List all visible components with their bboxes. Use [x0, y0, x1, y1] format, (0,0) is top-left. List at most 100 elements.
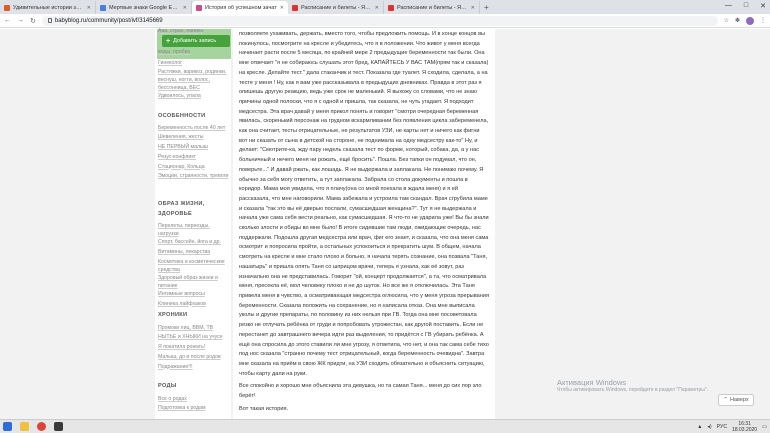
chrome-icon[interactable]: [37, 422, 46, 431]
tab-close-icon[interactable]: ✕: [280, 5, 284, 11]
sidebar-link[interactable]: Спорт, бассейн, йога и др.: [158, 238, 230, 248]
tab-title: Расписание и билеты - Яндекс: [397, 4, 468, 11]
tab-title: История об успешном зачат: [205, 4, 277, 11]
page-viewport: позволяете ухаживать, держать, вместо то…: [0, 29, 770, 419]
lock-icon: [47, 18, 52, 23]
language-indicator[interactable]: РУС: [717, 424, 727, 430]
minimize-icon[interactable]: —: [725, 2, 732, 10]
tab-close-icon[interactable]: ✕: [471, 5, 475, 11]
sidebar-link[interactable]: Гинеколог: [158, 59, 230, 69]
sidebar-section-births: РОДЫ Все о родах Подготовка к родам: [158, 382, 230, 414]
browser-tab[interactable]: Расписание и билеты - Яндекс ✕: [288, 1, 384, 14]
window-controls: — □ ✕: [725, 2, 766, 10]
article-body: позволяете ухаживать, держать, вместо то…: [239, 30, 489, 414]
sidebar-link[interactable]: НЕ ПЕРВЫЙ малыш: [158, 143, 230, 153]
tab-favicon: [388, 4, 394, 11]
section-heading: РОДЫ: [158, 383, 177, 389]
browser-tab[interactable]: Расписание и билеты - Яндекс ✕: [384, 1, 480, 14]
sidebar-link[interactable]: Шевеления, жесты: [158, 133, 230, 143]
scroll-to-top-button[interactable]: ⌃ Наверх: [718, 394, 754, 406]
scroll-to-top-label: Наверх: [729, 397, 749, 403]
article-paragraph: Все спокойно и хорошо мне объяснила эта …: [239, 383, 482, 400]
tab-favicon: [196, 4, 202, 11]
sidebar-link[interactable]: Подражание!!!: [158, 363, 230, 373]
tab-title: Мертвые знаки Google Earth: [109, 4, 180, 11]
tab-favicon: [4, 4, 10, 11]
back-arrow-icon[interactable]: ←: [4, 17, 11, 24]
section-heading: ОБРАЗ ЖИЗНИ, ЗДОРОВЬЕ: [158, 201, 205, 217]
sidebar-link[interactable]: НЫТЬЕ и ХНЫКИ на учусе: [158, 333, 230, 343]
sidebar-link[interactable]: Клиника лайфхаков: [158, 300, 230, 310]
sidebar-link[interactable]: Интимные вопросы: [158, 290, 230, 300]
network-icon[interactable]: ▲: [697, 424, 702, 430]
watermark-subtitle: Чтобы активировать Windows, перейдите в …: [557, 387, 709, 393]
tab-close-icon[interactable]: ✕: [375, 5, 379, 11]
sidebar-link[interactable]: Здоровый образ жизни и питание: [158, 274, 230, 290]
clock[interactable]: 16:31 18.03.2020: [732, 421, 757, 433]
tab-title: Расписание и билеты - Яндекс: [301, 4, 372, 11]
sidebar-link[interactable]: Беременность после 40 лет: [158, 124, 230, 134]
plus-icon: +: [166, 37, 171, 45]
forward-arrow-icon[interactable]: →: [17, 17, 24, 24]
notifications-icon[interactable]: ▭: [762, 424, 767, 430]
sidebar-link[interactable]: Перелеты, переезды, нагрузки: [158, 222, 230, 238]
tab-title: Удивительные истории зачати: [13, 4, 84, 11]
tab-favicon: [292, 4, 298, 11]
sidebar-link[interactable]: Стационар, Кольца: [158, 163, 230, 173]
sidebar-top-list: Ааа, страх, паника: [158, 27, 230, 37]
star-icon[interactable]: ☆: [724, 17, 729, 25]
sidebar-section-chronicles: ХРОНИКИ Промоки лиц, ВВМ, ТВ НЫТЬЕ и ХНЫ…: [158, 311, 230, 372]
sidebar-section-features: ОСОБЕННОСТИ Беременность после 40 лет Ше…: [158, 112, 230, 180]
tab-favicon: [100, 4, 106, 11]
menu-icon[interactable]: ⋮: [760, 17, 766, 25]
article-paragraph: Вот такая история.: [239, 405, 289, 412]
clock-date: 18.03.2020: [732, 426, 758, 433]
sidebar-link[interactable]: Подготовка к родам: [158, 404, 230, 414]
tab-close-icon[interactable]: ✕: [87, 5, 91, 11]
reload-icon[interactable]: ↻: [30, 17, 36, 25]
sidebar-link[interactable]: Удвоилось, упала: [158, 92, 230, 102]
sidebar-link[interactable]: Я покатила рожать!: [158, 343, 230, 353]
chevron-up-icon: ⌃: [723, 397, 728, 403]
system-tray: ▲ ◂) РУС 16:31 18.03.2020 ▭: [697, 421, 767, 433]
article-panel: позволяете ухаживать, держать, вместо то…: [233, 29, 495, 419]
add-post-button[interactable]: + Добавить запись: [162, 35, 230, 47]
sidebar-link[interactable]: Промоки лиц, ВВМ, ТВ: [158, 324, 230, 334]
sidebar-link[interactable]: Все о родах: [158, 395, 230, 405]
app-icon[interactable]: [54, 422, 63, 431]
sidebar-link[interactable]: воды, пробка: [158, 48, 230, 58]
windows-taskbar: ▲ ◂) РУС 16:31 18.03.2020 ▭: [0, 419, 770, 433]
sidebar-link[interactable]: Резус-конфликт: [158, 153, 230, 163]
sidebar-link[interactable]: Витамины, лекарства: [158, 248, 230, 258]
profile-avatar[interactable]: [746, 16, 754, 25]
section-heading: ОСОБЕННОСТИ: [158, 113, 206, 119]
address-bar-row: ← → ↻ babyblog.ru/community/post/ivf/314…: [0, 14, 770, 28]
section-heading: ХРОНИКИ: [158, 312, 188, 318]
tab-close-icon[interactable]: ✕: [183, 5, 187, 11]
start-icon[interactable]: [3, 422, 12, 431]
browser-tab-strip: Удивительные истории зачати ✕ Мертвые знак…: [0, 0, 770, 14]
volume-icon[interactable]: ◂): [707, 424, 711, 430]
watermark-title: Активация Windows: [557, 378, 627, 387]
toolbar-icons: ☆ ✽ ⋮: [724, 16, 766, 25]
sidebar-link[interactable]: Растяжки, варикоз, родинки, веснуш, ногт…: [158, 68, 230, 92]
url-text: babyblog.ru/community/post/ivf/3145669: [54, 17, 163, 24]
sidebar-link[interactable]: Эмоции, странности, тревоги: [158, 172, 230, 180]
sidebar-top-list-2: воды, пробка Гинеколог Растяжки, варикоз…: [158, 48, 230, 102]
explorer-icon[interactable]: [20, 422, 29, 431]
browser-tab[interactable]: Мертвые знаки Google Earth ✕: [96, 1, 192, 14]
browser-tab[interactable]: История об успешном зачат ✕: [192, 1, 288, 14]
sidebar-link[interactable]: Косметика и косметические средства: [158, 258, 230, 274]
url-input[interactable]: babyblog.ru/community/post/ivf/3145669: [41, 15, 718, 26]
browser-tab[interactable]: Удивительные истории зачати ✕: [0, 1, 96, 14]
close-window-icon[interactable]: ✕: [760, 2, 766, 10]
sidebar-link[interactable]: Ааа, страх, паника: [158, 27, 230, 37]
windows-activation-watermark: Активация Windows Чтобы активировать Win…: [557, 378, 708, 393]
maximize-icon[interactable]: □: [744, 2, 748, 10]
sidebar-link[interactable]: Малыш, до и после родов: [158, 353, 230, 363]
new-tab-button[interactable]: +: [480, 1, 493, 14]
sidebar-section-lifestyle: ОБРАЗ ЖИЗНИ, ЗДОРОВЬЕ Перелеты, переезды…: [158, 200, 230, 309]
article-paragraph: позволяете ухаживать, держать, вместо то…: [239, 31, 489, 377]
add-post-label: Добавить запись: [173, 38, 217, 44]
extension-icon[interactable]: ✽: [735, 17, 740, 25]
